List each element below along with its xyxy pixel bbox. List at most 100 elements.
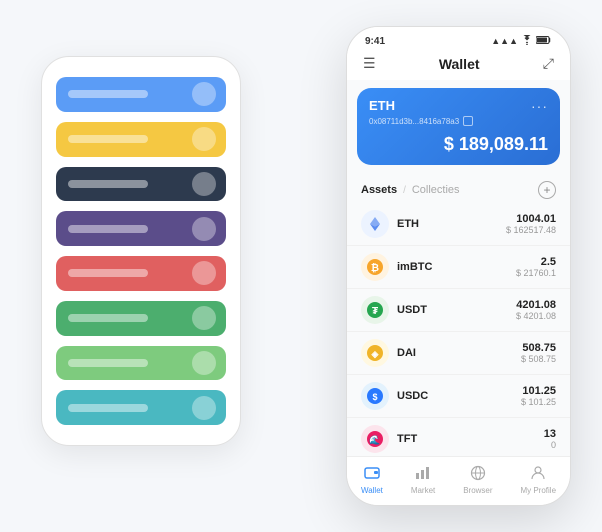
tft-name: TFT <box>397 433 544 445</box>
usdc-amount: 101.25 <box>521 385 556 397</box>
usdt-amount: 4201.08 <box>516 299 556 311</box>
assets-tabs: Assets / Collecties <box>361 184 460 196</box>
balance-amount: 189,089.11 <box>459 134 548 154</box>
dai-name: DAI <box>397 347 521 359</box>
background-phone <box>41 56 241 446</box>
asset-item-dai[interactable]: ◈ DAI 508.75 $ 508.75 <box>347 332 570 375</box>
card-label-dark <box>68 180 148 188</box>
add-asset-button[interactable]: + <box>538 181 556 199</box>
imbtc-icon: ₿ <box>361 253 389 281</box>
nav-profile[interactable]: My Profile <box>520 465 556 495</box>
svg-text:₮: ₮ <box>372 306 378 317</box>
eth-card-dots[interactable]: ··· <box>531 98 548 114</box>
eth-balance: $ 189,089.11 <box>369 134 548 155</box>
eth-values: 1004.01 $ 162517.48 <box>506 213 556 235</box>
usdt-name: USDT <box>397 304 516 316</box>
card-label-red <box>68 269 148 277</box>
usdc-values: 101.25 $ 101.25 <box>521 385 556 407</box>
svg-text:◈: ◈ <box>371 349 380 359</box>
usdc-usd: $ 101.25 <box>521 397 556 407</box>
tft-usd: 0 <box>544 440 556 450</box>
dai-icon: ◈ <box>361 339 389 367</box>
status-icons: ▲▲▲ <box>491 35 552 47</box>
dai-values: 508.75 $ 508.75 <box>521 342 556 364</box>
profile-nav-label: My Profile <box>520 486 556 495</box>
usdc-icon: $ <box>361 382 389 410</box>
hamburger-icon[interactable]: ☰ <box>363 55 376 72</box>
expand-icon[interactable]: ⤢ <box>543 55 554 72</box>
card-icon-purple <box>192 217 216 241</box>
card-icon-teal <box>192 396 216 420</box>
card-icon-blue <box>192 82 216 106</box>
tab-collecties[interactable]: Collecties <box>412 184 460 196</box>
eth-icon <box>361 210 389 238</box>
asset-item-imbtc[interactable]: ₿ imBTC 2.5 $ 21760.1 <box>347 246 570 289</box>
eth-address-text: 0x08711d3b...8416a78a3 <box>369 117 459 126</box>
card-label-blue <box>68 90 148 98</box>
eth-amount: 1004.01 <box>506 213 556 225</box>
market-nav-label: Market <box>411 486 435 495</box>
market-nav-icon <box>415 465 431 484</box>
dai-amount: 508.75 <box>521 342 556 354</box>
wifi-icon <box>521 35 533 47</box>
wallet-nav-icon <box>364 465 380 484</box>
card-red[interactable] <box>56 256 226 291</box>
top-nav: ☰ Wallet ⤢ <box>347 51 570 80</box>
signal-icon: ▲▲▲ <box>491 36 518 46</box>
card-icon-lightgreen <box>192 351 216 375</box>
card-yellow[interactable] <box>56 122 226 157</box>
tab-assets[interactable]: Assets <box>361 184 397 196</box>
profile-nav-icon <box>530 465 546 484</box>
eth-card[interactable]: ETH ··· 0x08711d3b...8416a78a3 $ 189,089… <box>357 88 560 165</box>
card-icon-yellow <box>192 127 216 151</box>
card-label-yellow <box>68 135 148 143</box>
asset-list: ETH 1004.01 $ 162517.48 ₿ imBTC 2.5 $ 21… <box>347 203 570 456</box>
card-label-purple <box>68 225 148 233</box>
asset-item-tft[interactable]: 🌊 TFT 13 0 <box>347 418 570 456</box>
card-label-green <box>68 314 148 322</box>
foreground-phone: 9:41 ▲▲▲ <box>346 26 571 506</box>
eth-card-header: ETH ··· <box>369 98 548 114</box>
tft-icon: 🌊 <box>361 425 389 453</box>
svg-text:₿: ₿ <box>371 262 379 274</box>
asset-item-usdc[interactable]: $ USDC 101.25 $ 101.25 <box>347 375 570 418</box>
battery-icon <box>536 35 552 47</box>
copy-icon[interactable] <box>463 116 473 126</box>
tft-amount: 13 <box>544 428 556 440</box>
asset-item-eth[interactable]: ETH 1004.01 $ 162517.48 <box>347 203 570 246</box>
asset-item-usdt[interactable]: ₮ USDT 4201.08 $ 4201.08 <box>347 289 570 332</box>
card-purple[interactable] <box>56 211 226 246</box>
balance-prefix: $ <box>444 134 454 154</box>
browser-nav-label: Browser <box>463 486 492 495</box>
nav-browser[interactable]: Browser <box>463 465 492 495</box>
imbtc-name: imBTC <box>397 261 516 273</box>
card-icon-red <box>192 261 216 285</box>
wallet-nav-label: Wallet <box>361 486 383 495</box>
card-blue[interactable] <box>56 77 226 112</box>
svg-text:🌊: 🌊 <box>369 434 380 445</box>
browser-nav-icon <box>470 465 486 484</box>
eth-card-address: 0x08711d3b...8416a78a3 <box>369 116 548 126</box>
status-bar: 9:41 ▲▲▲ <box>347 27 570 51</box>
card-dark[interactable] <box>56 167 226 202</box>
nav-market[interactable]: Market <box>411 465 435 495</box>
card-lightgreen[interactable] <box>56 346 226 381</box>
card-icon-green <box>192 306 216 330</box>
imbtc-usd: $ 21760.1 <box>516 268 556 278</box>
tft-values: 13 0 <box>544 428 556 450</box>
usdt-icon: ₮ <box>361 296 389 324</box>
usdt-usd: $ 4201.08 <box>516 311 556 321</box>
card-icon-dark <box>192 172 216 196</box>
card-green[interactable] <box>56 301 226 336</box>
usdt-values: 4201.08 $ 4201.08 <box>516 299 556 321</box>
dai-usd: $ 508.75 <box>521 354 556 364</box>
imbtc-amount: 2.5 <box>516 256 556 268</box>
card-teal[interactable] <box>56 390 226 425</box>
eth-card-label: ETH <box>369 98 395 113</box>
status-time: 9:41 <box>365 36 385 47</box>
assets-header: Assets / Collecties + <box>347 173 570 203</box>
eth-usd: $ 162517.48 <box>506 225 556 235</box>
card-label-teal <box>68 404 148 412</box>
eth-name: ETH <box>397 218 506 230</box>
nav-wallet[interactable]: Wallet <box>361 465 383 495</box>
